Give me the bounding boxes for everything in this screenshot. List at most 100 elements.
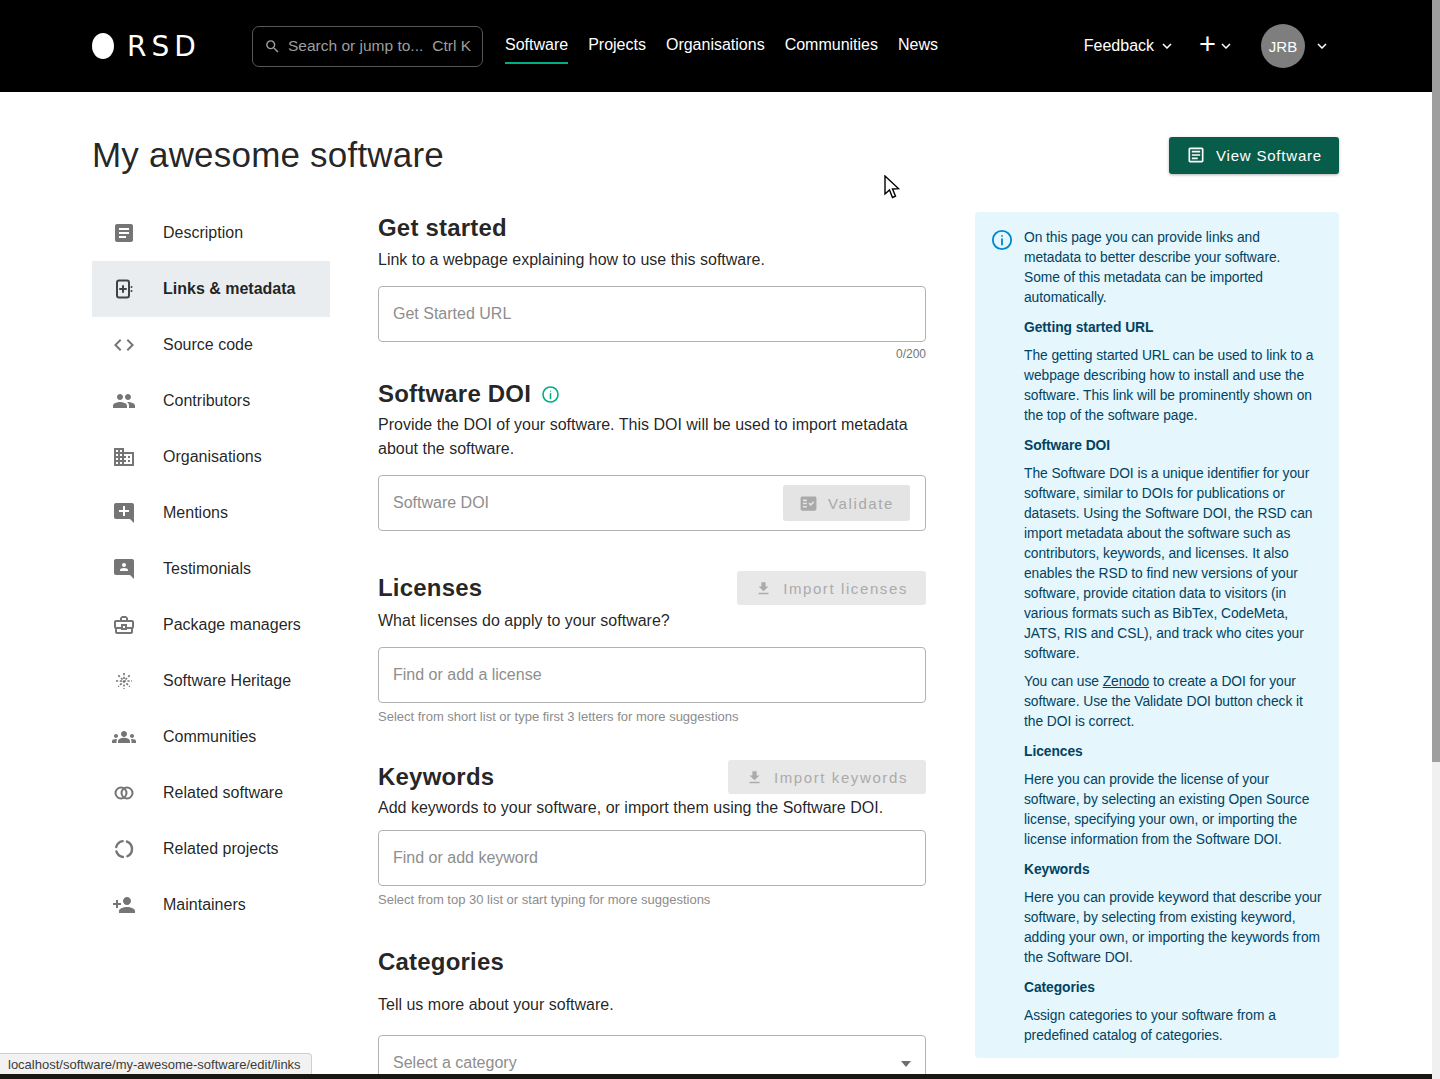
get-started-heading: Get started [378, 214, 926, 242]
add-menu[interactable]: + [1199, 33, 1231, 59]
page-title: My awesome software [92, 135, 444, 175]
panel-categories-heading: Categories [1024, 978, 1323, 998]
sidebar-item-links-metadata[interactable]: Links & metadata [92, 261, 330, 317]
plus-icon: + [1199, 30, 1216, 59]
software-doi-input[interactable] [393, 494, 763, 512]
main-nav: Software Projects Organisations Communit… [505, 36, 938, 56]
info-icon [991, 229, 1013, 251]
nav-news[interactable]: News [898, 36, 938, 56]
sidebar-item-label: Organisations [163, 448, 262, 466]
scrollbar-thumb[interactable] [1432, 0, 1440, 762]
links-metadata-form: Get started Link to a webpage explaining… [378, 205, 926, 1079]
top-navbar: RSD Search or jump to... Ctrl K Software… [0, 0, 1432, 92]
categories-description: Tell us more about your software. [378, 993, 926, 1017]
get-started-url-input[interactable] [393, 305, 911, 323]
view-software-label: View Software [1216, 147, 1322, 164]
edit-sections-sidebar: Description Links & metadata Source code… [92, 205, 330, 1079]
browser-status-bar: localhost/software/my-awesome-software/e… [0, 1053, 312, 1076]
article-icon [1186, 145, 1206, 165]
feedback-menu[interactable]: Feedback [1084, 37, 1172, 55]
panel-licences-text: Here you can provide the license of your… [1024, 770, 1323, 850]
person-comment-icon [112, 557, 136, 581]
avatar[interactable]: JRB [1261, 24, 1305, 68]
people-icon [112, 389, 136, 413]
sidebar-item-maintainers[interactable]: Maintainers [92, 877, 330, 933]
software-doi-heading: Software DOI [378, 380, 926, 408]
keywords-description: Add keywords to your software, or import… [378, 796, 926, 820]
overlapping-circles-icon [112, 781, 136, 805]
validate-doi-button[interactable]: Validate [783, 485, 910, 521]
code-icon [112, 333, 136, 357]
sidebar-item-source-code[interactable]: Source code [92, 317, 330, 373]
sidebar-item-mentions[interactable]: Mentions [92, 485, 330, 541]
nav-projects[interactable]: Projects [588, 36, 646, 56]
sidebar-item-related-projects[interactable]: Related projects [92, 821, 330, 877]
rsd-logo[interactable]: RSD [92, 30, 252, 63]
zenodo-before: You can use [1024, 674, 1103, 689]
info-panel: On this page you can provide links and m… [975, 212, 1339, 1058]
sidebar-item-label: Maintainers [163, 896, 246, 914]
chevron-down-icon [1221, 43, 1231, 49]
zenodo-link[interactable]: Zenodo [1103, 674, 1150, 689]
keywords-heading: Keywords [378, 763, 494, 791]
import-licenses-label: Import licenses [783, 580, 908, 597]
chevron-down-icon [1162, 43, 1172, 49]
search-icon [264, 38, 281, 55]
panel-keywords-heading: Keywords [1024, 860, 1323, 880]
licenses-description: What licenses do apply to your software? [378, 609, 926, 633]
keyword-input[interactable] [393, 849, 911, 867]
sidebar-item-testimonials[interactable]: Testimonials [92, 541, 330, 597]
import-keywords-button[interactable]: Import keywords [728, 760, 926, 794]
person-add-icon [112, 893, 136, 917]
import-licenses-button[interactable]: Import licenses [737, 571, 926, 605]
global-search-input[interactable]: Search or jump to... Ctrl K [252, 26, 483, 67]
category-select[interactable]: Select a category [378, 1035, 926, 1079]
keyword-field [378, 830, 926, 886]
view-software-button[interactable]: View Software [1169, 137, 1339, 174]
licenses-helper-text: Select from short list or type first 3 l… [378, 709, 926, 724]
mouse-cursor [883, 175, 903, 201]
page: RSD Search or jump to... Ctrl K Software… [0, 0, 1440, 1079]
sidebar-item-label: Software Heritage [163, 672, 291, 690]
panel-software-doi-text: The Software DOI is a unique identifier … [1024, 464, 1323, 664]
nav-organisations[interactable]: Organisations [666, 36, 765, 56]
sidebar-item-label: Mentions [163, 504, 228, 522]
panel-licences-heading: Licences [1024, 742, 1323, 762]
add-link-icon [112, 277, 136, 301]
article-icon [112, 221, 136, 245]
navbar-right: Feedback + JRB [1084, 24, 1327, 68]
panel-zenodo-text: You can use Zenodo to create a DOI for y… [1024, 672, 1323, 732]
sidebar-item-label: Links & metadata [163, 280, 295, 298]
nav-software[interactable]: Software [505, 36, 568, 56]
info-icon[interactable] [541, 385, 560, 404]
panel-software-doi-heading: Software DOI [1024, 436, 1323, 456]
sidebar-item-label: Testimonials [163, 560, 251, 578]
download-icon [755, 580, 772, 597]
sidebar-item-label: Communities [163, 728, 256, 746]
search-placeholder: Search or jump to... [288, 37, 425, 55]
nav-communities[interactable]: Communities [785, 36, 878, 56]
rsd-logo-text: RSD [127, 30, 201, 63]
sidebar-item-package-managers[interactable]: Package managers [92, 597, 330, 653]
sidebar-item-organisations[interactable]: Organisations [92, 429, 330, 485]
sidebar-item-label: Description [163, 224, 243, 242]
scrollbar[interactable] [1432, 0, 1440, 1079]
sidebar-item-description[interactable]: Description [92, 205, 330, 261]
bottom-strip [0, 1074, 1440, 1079]
keywords-helper-text: Select from top 30 list or start typing … [378, 892, 926, 907]
license-input[interactable] [393, 666, 911, 684]
feedback-label: Feedback [1084, 37, 1154, 55]
sidebar-item-contributors[interactable]: Contributors [92, 373, 330, 429]
sidebar-item-label: Related software [163, 784, 283, 802]
sidebar-item-related-software[interactable]: Related software [92, 765, 330, 821]
sidebar-item-software-heritage[interactable]: Software Heritage [92, 653, 330, 709]
sidebar-item-label: Package managers [163, 616, 301, 634]
panel-intro: On this page you can provide links and m… [1024, 228, 1309, 308]
building-icon [112, 445, 136, 469]
rsd-logo-dot-icon [92, 33, 114, 59]
software-doi-field: Validate [378, 475, 926, 531]
category-select-placeholder: Select a category [393, 1054, 517, 1072]
dropdown-arrow-icon [901, 1061, 911, 1067]
sidebar-item-communities[interactable]: Communities [92, 709, 330, 765]
add-comment-icon [112, 501, 136, 525]
